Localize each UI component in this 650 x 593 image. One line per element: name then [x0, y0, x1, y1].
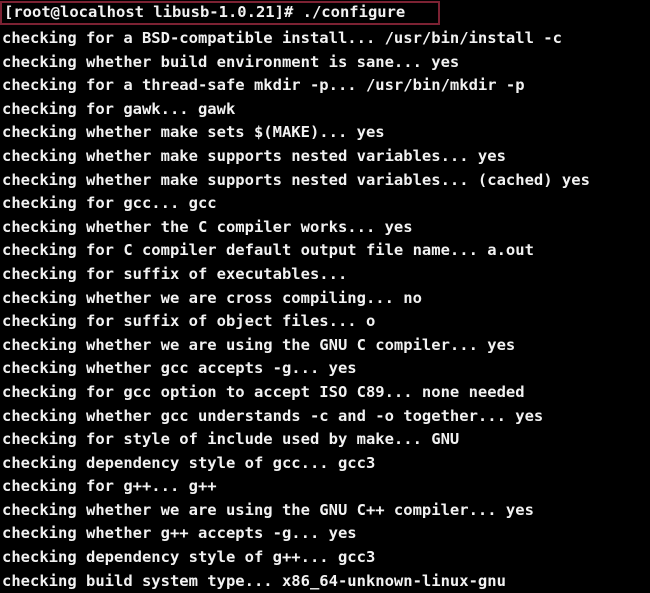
terminal-output-line: checking for g++... g++	[2, 477, 217, 496]
terminal-output-line: checking whether gcc accepts -g... yes	[2, 359, 357, 378]
terminal-output-line: checking dependency style of gcc... gcc3	[2, 453, 376, 472]
terminal-output-line: checking whether make supports nested va…	[2, 146, 506, 165]
terminal-output-line: checking for gawk... gawk	[2, 99, 236, 118]
terminal-output-line: checking for a BSD-compatible install...…	[2, 29, 562, 47]
terminal-output-line: checking for a thread-safe mkdir -p... /…	[2, 76, 525, 95]
shell-prompt-line: [root@localhost libusb-1.0.21]# ./config…	[4, 3, 406, 21]
terminal-output-line: checking for suffix of executables...	[2, 264, 348, 283]
terminal-output-line: checking whether build environment is sa…	[2, 52, 460, 71]
terminal-output-line: checking for suffix of object files... o	[2, 312, 376, 331]
terminal-output-line: checking build system type... x86_64-unk…	[2, 571, 506, 590]
terminal-output-line: checking whether make sets $(MAKE)... ye…	[2, 123, 385, 142]
terminal-output-line: checking whether make supports nested va…	[2, 170, 590, 189]
terminal-output-line: checking whether the C compiler works...…	[2, 217, 413, 236]
terminal-output-line: checking whether we are using the GNU C …	[2, 335, 516, 354]
terminal-window[interactable]: [root@localhost libusb-1.0.21]# ./config…	[0, 0, 650, 590]
terminal-output-line: checking whether we are cross compiling.…	[2, 288, 422, 307]
terminal-output-line: checking whether g++ accepts -g... yes	[2, 524, 357, 543]
terminal-output-line: checking for gcc option to accept ISO C8…	[2, 382, 525, 401]
terminal-output-line: checking whether we are using the GNU C+…	[2, 500, 534, 519]
configure-output: checking for a BSD-compatible install...…	[0, 27, 650, 593]
terminal-output-line: checking for gcc... gcc	[2, 194, 217, 213]
terminal-output-line: checking for style of include used by ma…	[2, 430, 460, 449]
terminal-output-line: checking whether gcc understands -c and …	[2, 406, 544, 425]
terminal-output-line: checking dependency style of g++... gcc3	[2, 548, 376, 567]
terminal-output-line: checking for C compiler default output f…	[2, 241, 534, 260]
